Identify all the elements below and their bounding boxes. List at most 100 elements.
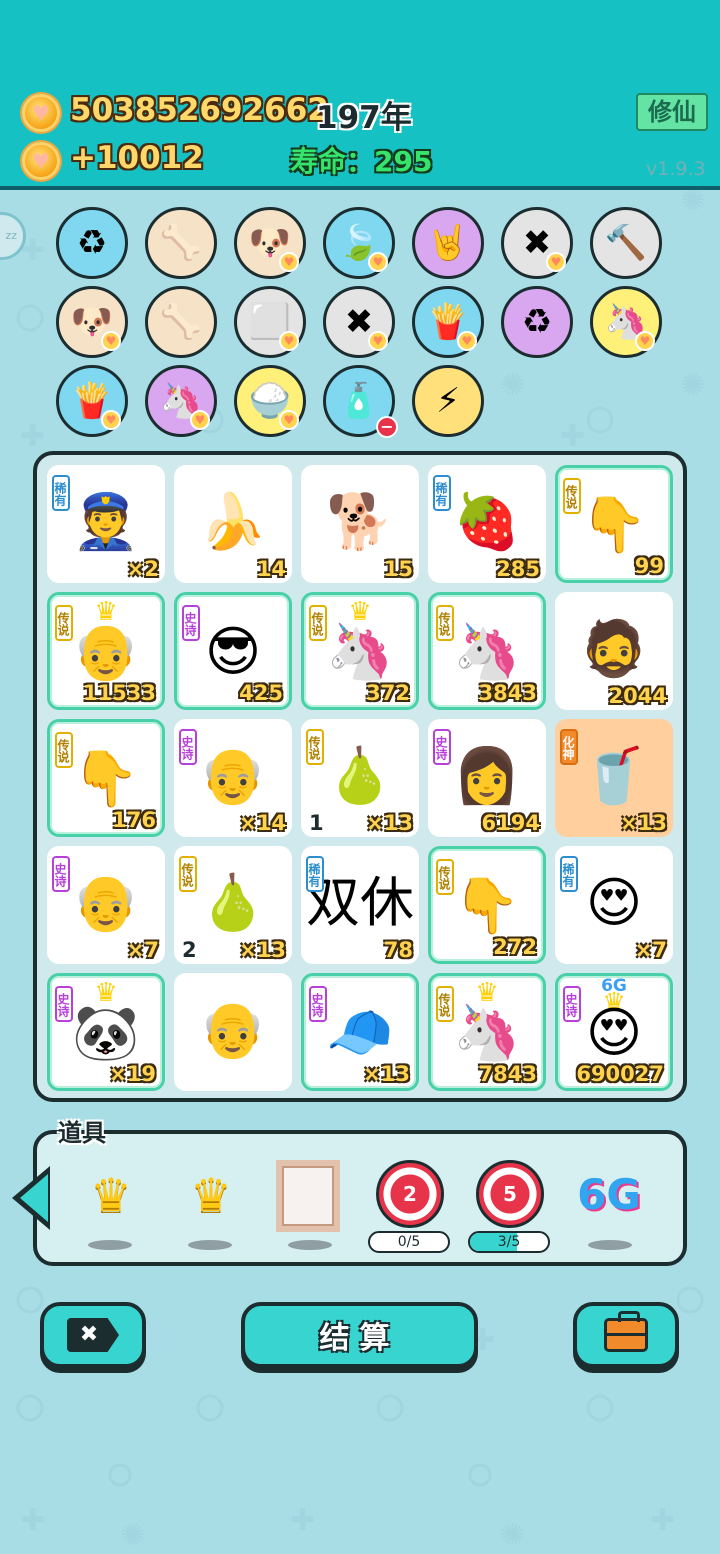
fries-icon[interactable]: 🍟 ♥ xyxy=(412,286,484,358)
svg-text:✚: ✚ xyxy=(650,1503,675,1538)
frame-icon xyxy=(276,1160,340,1232)
board-cell-green-hat-man[interactable]: 😎 史诗 425 xyxy=(174,592,292,710)
board-cell-milk-tea[interactable]: 🥤 化神 ×13 xyxy=(555,719,673,837)
cell-count: ×2 xyxy=(126,557,159,581)
remove-tag-icon[interactable]: ✖ ♥ xyxy=(501,207,573,279)
board-cell-lychee[interactable]: 🍓 稀有 285 xyxy=(428,465,546,583)
tool-shadow xyxy=(188,1240,232,1250)
board-cell-red-cap-boy[interactable]: 🧢 史诗 ×13 xyxy=(301,973,419,1091)
scroll-left-arrow[interactable] xyxy=(12,1166,50,1230)
cell-count: 2044 xyxy=(608,684,667,708)
cell-count: 78 xyxy=(383,938,413,962)
rarity-tag: 稀有 xyxy=(52,475,70,511)
target-2-progress: 0/5 xyxy=(368,1231,450,1253)
board-cell-unicorn[interactable]: 🦄 传说 3843 xyxy=(428,592,546,710)
pet-bowl-icon[interactable]: 🦴 xyxy=(145,286,217,358)
lightning-icon[interactable]: ⚡ xyxy=(412,365,484,437)
sugar-cubes-icon[interactable]: ⬜ ♥ xyxy=(234,286,306,358)
board-cell-pointing-hand[interactable]: 👇 传说 272 xyxy=(428,846,546,964)
rarity-tag: 传说 xyxy=(55,605,73,641)
board-cell-braided-girl[interactable]: 👩 史诗 6194 xyxy=(428,719,546,837)
bag-glyph: 🧴 xyxy=(337,381,381,421)
game-year: 197年 xyxy=(316,100,412,136)
hammer-icon[interactable]: 🔨 xyxy=(590,207,662,279)
board-cell-crowned-unicorn[interactable]: ♛ 🦄 传说 7843 xyxy=(428,973,546,1091)
board-cell-double-rest[interactable]: 双休 稀有 78 xyxy=(301,846,419,964)
board-cell-crowned-heart-eyes-man[interactable]: ♛ 6G 😍 史诗 690027 xyxy=(555,973,673,1091)
svg-text:✺: ✺ xyxy=(680,368,705,403)
cell-count: ×13 xyxy=(363,1062,410,1086)
settle-button[interactable]: 结算 xyxy=(241,1302,478,1368)
side-sleep-badge[interactable]: zz xyxy=(0,212,26,260)
remove-tag-icon: ✖ xyxy=(67,1318,119,1352)
board-cell-heart-eyes-man[interactable]: 😍 稀有 ×7 xyxy=(555,846,673,964)
heart-badge-icon: ♥ xyxy=(101,331,121,351)
6g-tool[interactable]: 6G xyxy=(574,1160,644,1230)
cell-count: 11533 xyxy=(82,681,156,705)
banana-icon: 🍌 xyxy=(199,490,267,553)
pet-bowl-icon[interactable]: 🦴 xyxy=(145,207,217,279)
board-cell-crowned-panda[interactable]: ♛ 🐼 史诗 ×19 xyxy=(47,973,165,1091)
tool-shadow xyxy=(288,1240,332,1250)
cell-count: ×13 xyxy=(239,938,286,962)
cell-count: 6194 xyxy=(481,811,540,835)
dog-glasses-icon[interactable]: 🐶 ♥ xyxy=(234,207,306,279)
board-cell-glasses-old-man[interactable]: 👴 史诗 ×7 xyxy=(47,846,165,964)
heart-badge-icon: ♥ xyxy=(457,331,477,351)
board-cell-crowned-unicorn[interactable]: ♛ 🦄 传说 372 xyxy=(301,592,419,710)
board-cell-glasses-old-man[interactable]: 👴 史诗 ×14 xyxy=(174,719,292,837)
lifespan: 寿命：295 xyxy=(290,145,433,178)
rarity-tag: 史诗 xyxy=(55,986,73,1022)
board-cell-glasses-grandpa[interactable]: 👴 xyxy=(174,973,292,1091)
board-cell-police-face[interactable]: 👮 稀有 ×2 xyxy=(47,465,165,583)
svg-text:✺: ✺ xyxy=(500,1518,525,1553)
board-cell-crowned-old-man[interactable]: ♛ 👴 传说 11533 xyxy=(47,592,165,710)
leaf-icon[interactable]: 🍃 ♥ xyxy=(323,207,395,279)
board-cell-pomelo[interactable]: 🍐 传说 ×13 1 xyxy=(301,719,419,837)
trash-bag-icon[interactable]: ♻ xyxy=(56,207,128,279)
target-icon: 5 xyxy=(476,1160,544,1228)
cell-level: 1 xyxy=(309,811,324,835)
target-tool-5[interactable]: 5 xyxy=(476,1160,546,1230)
cell-count: ×19 xyxy=(109,1062,156,1086)
income-per-tick: +10012 xyxy=(70,140,204,176)
target-number: 5 xyxy=(495,1179,525,1209)
cell-count: 99 xyxy=(634,554,664,578)
pet-bowl-glyph: 🦴 xyxy=(159,223,203,263)
cell-count: 372 xyxy=(366,681,410,705)
progress-text: 0/5 xyxy=(397,1234,421,1250)
backpack-button[interactable] xyxy=(573,1302,679,1368)
remove-button[interactable]: ✖ xyxy=(40,1302,146,1368)
board-cell-stubble-man[interactable]: 🧔 2044 xyxy=(555,592,673,710)
dog-glasses-icon[interactable]: 🐶 ♥ xyxy=(56,286,128,358)
cultivate-button[interactable]: 修仙 xyxy=(636,93,708,131)
rock-hand-icon[interactable]: 🤘 xyxy=(412,207,484,279)
heart-badge-icon: ♥ xyxy=(279,252,299,272)
board-cell-pointing-hand[interactable]: 👇 传说 99 xyxy=(555,465,673,583)
dog-icon: 🐕 xyxy=(326,490,394,553)
crown-tool[interactable]: ♛ xyxy=(76,1160,146,1230)
board-cell-pointing-hand[interactable]: 👇 传说 176 xyxy=(47,719,165,837)
rarity-tag: 史诗 xyxy=(563,986,581,1022)
board-cell-pomelo[interactable]: 🍐 传说 ×13 2 xyxy=(174,846,292,964)
version-label: v1.9.3 xyxy=(646,158,706,180)
fries-icon[interactable]: 🍟 ♥ xyxy=(56,365,128,437)
remove-tag-icon[interactable]: ✖ ♥ xyxy=(323,286,395,358)
rice-bowl-icon[interactable]: 🍚 ♥ xyxy=(234,365,306,437)
heart-badge-icon: ♥ xyxy=(546,252,566,272)
board-cell-banana[interactable]: 🍌 14 xyxy=(174,465,292,583)
heart-badge-icon: ♥ xyxy=(101,410,121,430)
unicorn-icon[interactable]: 🦄 ♥ xyxy=(590,286,662,358)
bag-icon[interactable]: 🧴 − xyxy=(323,365,398,438)
crown-icon: ♛ xyxy=(190,1168,232,1222)
unicorn-pair-icon[interactable]: 🦄 ♥ xyxy=(145,365,217,437)
heart-badge-icon: ♥ xyxy=(279,410,299,430)
crown-tool[interactable]: ♛ xyxy=(176,1160,246,1230)
rarity-tag: 史诗 xyxy=(309,986,327,1022)
target-tool-2[interactable]: 2 xyxy=(376,1160,446,1230)
frame-tool[interactable] xyxy=(276,1160,346,1232)
rarity-tag: 稀有 xyxy=(306,856,324,892)
recycle-icon[interactable]: ♻ xyxy=(501,286,573,358)
board-cell-dog[interactable]: 🐕 15 xyxy=(301,465,419,583)
cell-count: 272 xyxy=(493,935,537,959)
